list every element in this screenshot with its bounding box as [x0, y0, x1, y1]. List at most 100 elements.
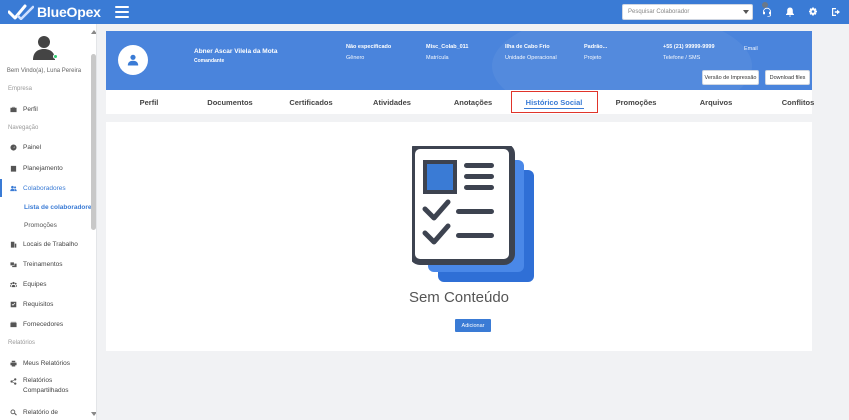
- field-label: Unidade Operacional: [505, 55, 557, 61]
- online-status-dot: [53, 54, 58, 59]
- sidebar-item-perfil[interactable]: Perfil: [0, 100, 90, 118]
- sidebar-item-label: Meus Relatórios: [23, 359, 70, 367]
- bell-icon[interactable]: [785, 7, 795, 17]
- gear-icon[interactable]: [808, 7, 818, 17]
- sidebar-item-locais-trabalho[interactable]: Locais de Trabalho: [0, 235, 90, 253]
- tab-documentos[interactable]: Documentos: [194, 90, 266, 114]
- field-label: Email: [744, 46, 758, 52]
- menu-bar-icon: [114, 6, 129, 8]
- field-genero: Não especificado Gênero: [346, 44, 391, 61]
- sidebar-item-label: Perfil: [23, 105, 38, 113]
- logo-icon: [8, 4, 34, 20]
- search-placeholder: Pesquisar Colaborador: [628, 9, 690, 15]
- top-bar: BlueOpex Pesquisar Colaborador: [0, 0, 849, 24]
- field-label: Telefone / SMS: [663, 55, 701, 61]
- sidebar-item-label: Relatório de: [23, 408, 59, 416]
- tab-content-panel: Sem Conteúdo Adicionar: [106, 122, 812, 351]
- profile-header: Abner Ascar Vilela da Mota Comandante Nã…: [106, 31, 812, 90]
- profile-name: Abner Ascar Vilela da Mota: [194, 48, 278, 55]
- tab-perfil[interactable]: Perfil: [122, 90, 176, 114]
- print-version-button[interactable]: Versão de Impressão: [702, 70, 759, 85]
- add-button[interactable]: Adicionar: [455, 319, 491, 332]
- label-line-2: Compartilhados: [23, 387, 69, 394]
- printer-icon: [10, 360, 17, 366]
- sidebar-scrollbar[interactable]: [91, 54, 96, 230]
- tab-historico-social[interactable]: Histórico Social: [512, 90, 596, 114]
- field-value: +55 (21) 99999-9999: [663, 44, 715, 50]
- search-report-icon: [10, 409, 17, 415]
- field-value: Padrão...: [584, 44, 608, 50]
- empty-document-icon: [412, 146, 534, 282]
- dashboard-gauge-icon: [10, 143, 17, 151]
- briefcase-icon: [10, 106, 17, 112]
- sidebar-item-label: Equipes: [23, 280, 47, 288]
- sidebar-item-equipes[interactable]: Equipes: [0, 275, 90, 293]
- empty-state-title: Sem Conteúdo: [408, 289, 510, 306]
- section-title-navegacao: Navegação: [8, 125, 39, 131]
- menu-bar-icon: [114, 11, 129, 13]
- field-email: Email: [744, 46, 758, 52]
- sidebar-item-label: Colaboradores: [23, 184, 66, 192]
- tab-arquivos[interactable]: Arquivos: [686, 90, 746, 114]
- check-square-icon: [10, 301, 17, 307]
- supplier-box-icon: [10, 321, 17, 327]
- avatar[interactable]: [32, 34, 58, 60]
- sidebar-item-requisitos[interactable]: Requisitos: [0, 295, 90, 313]
- sidebar-item-label: Requisitos: [23, 300, 54, 308]
- user-block: Bem Vindo(a), Luna Pereira: [0, 34, 88, 74]
- search-collaborator-select[interactable]: Pesquisar Colaborador: [622, 4, 753, 20]
- team-icon: [10, 281, 17, 287]
- sidebar-item-label: Painel: [23, 143, 42, 151]
- app-name: BlueOpex: [37, 4, 101, 20]
- logout-icon[interactable]: [831, 7, 841, 17]
- hamburger-menu-button[interactable]: [114, 6, 129, 18]
- section-title-relatorios: Relatórios: [8, 340, 36, 346]
- clipboard-icon: [10, 165, 17, 172]
- tab-anotacoes[interactable]: Anotações: [442, 90, 504, 114]
- profile-avatar[interactable]: [118, 45, 148, 75]
- tab-promocoes[interactable]: Promoções: [602, 90, 670, 114]
- field-projeto: Padrão... Projeto: [584, 44, 607, 61]
- headset-icon[interactable]: [762, 7, 772, 17]
- label-line-1: Relatórios: [23, 377, 53, 384]
- app-logo[interactable]: BlueOpex: [8, 4, 101, 20]
- sidebar-item-fornecedores[interactable]: Fornecedores: [0, 315, 90, 333]
- profile-tabs: Perfil Documentos Certificados Atividade…: [106, 90, 814, 114]
- field-label: Gênero: [346, 55, 365, 61]
- welcome-text: Bem Vindo(a), Luna Pereira: [6, 68, 82, 74]
- scroll-down-arrow[interactable]: [91, 412, 96, 416]
- field-matricula: Misc_Colab_011 Matrícula: [426, 44, 469, 61]
- sidebar-item-label: Planejamento: [23, 164, 63, 172]
- sidebar-item-label: Relatórios Compartilhados: [23, 376, 69, 396]
- field-value: Misc_Colab_011: [426, 44, 469, 50]
- field-value: Ilha de Cabo Frio: [505, 44, 550, 50]
- share-icon: [10, 378, 17, 385]
- chevron-down-icon: [743, 10, 749, 14]
- download-files-button[interactable]: Download files: [765, 70, 810, 85]
- top-icons: [762, 0, 841, 24]
- sidebar-item-relatorio-de[interactable]: Relatório de: [0, 403, 90, 420]
- sidebar-item-planejamento[interactable]: Planejamento: [0, 159, 90, 177]
- sidebar-item-relatorios-compartilhados[interactable]: Relatórios Compartilhados: [0, 376, 90, 402]
- field-value: Não especificado: [346, 44, 392, 50]
- sidebar-item-painel[interactable]: Painel: [0, 138, 90, 156]
- sidebar-item-colaboradores[interactable]: Colaboradores: [0, 179, 90, 197]
- tab-atividades[interactable]: Atividades: [360, 90, 424, 114]
- section-title-empresa: Empresa: [8, 86, 33, 92]
- scroll-up-arrow[interactable]: [91, 30, 96, 34]
- tab-conflitos[interactable]: Conflitos: [766, 90, 830, 114]
- sidebar-subitem-promocoes[interactable]: Promoções: [24, 222, 57, 229]
- menu-bar-icon: [114, 16, 129, 18]
- field-label: Matrícula: [426, 55, 449, 61]
- sidebar-item-label: Locais de Trabalho: [23, 240, 78, 248]
- sidebar-item-label: Treinamentos: [23, 260, 63, 268]
- user-icon: [127, 54, 139, 66]
- field-label: Projeto: [584, 55, 602, 61]
- sidebar-item-meus-relatorios[interactable]: Meus Relatórios: [0, 354, 90, 372]
- field-telefone: +55 (21) 99999-9999 Telefone / SMS: [663, 44, 715, 61]
- building-icon: [10, 241, 17, 248]
- tab-certificados[interactable]: Certificados: [276, 90, 346, 114]
- sidebar-item-treinamentos[interactable]: Treinamentos: [0, 255, 90, 273]
- users-icon: [10, 185, 17, 191]
- sidebar-subitem-lista-colaboradores[interactable]: Lista de colaboradores: [24, 204, 95, 211]
